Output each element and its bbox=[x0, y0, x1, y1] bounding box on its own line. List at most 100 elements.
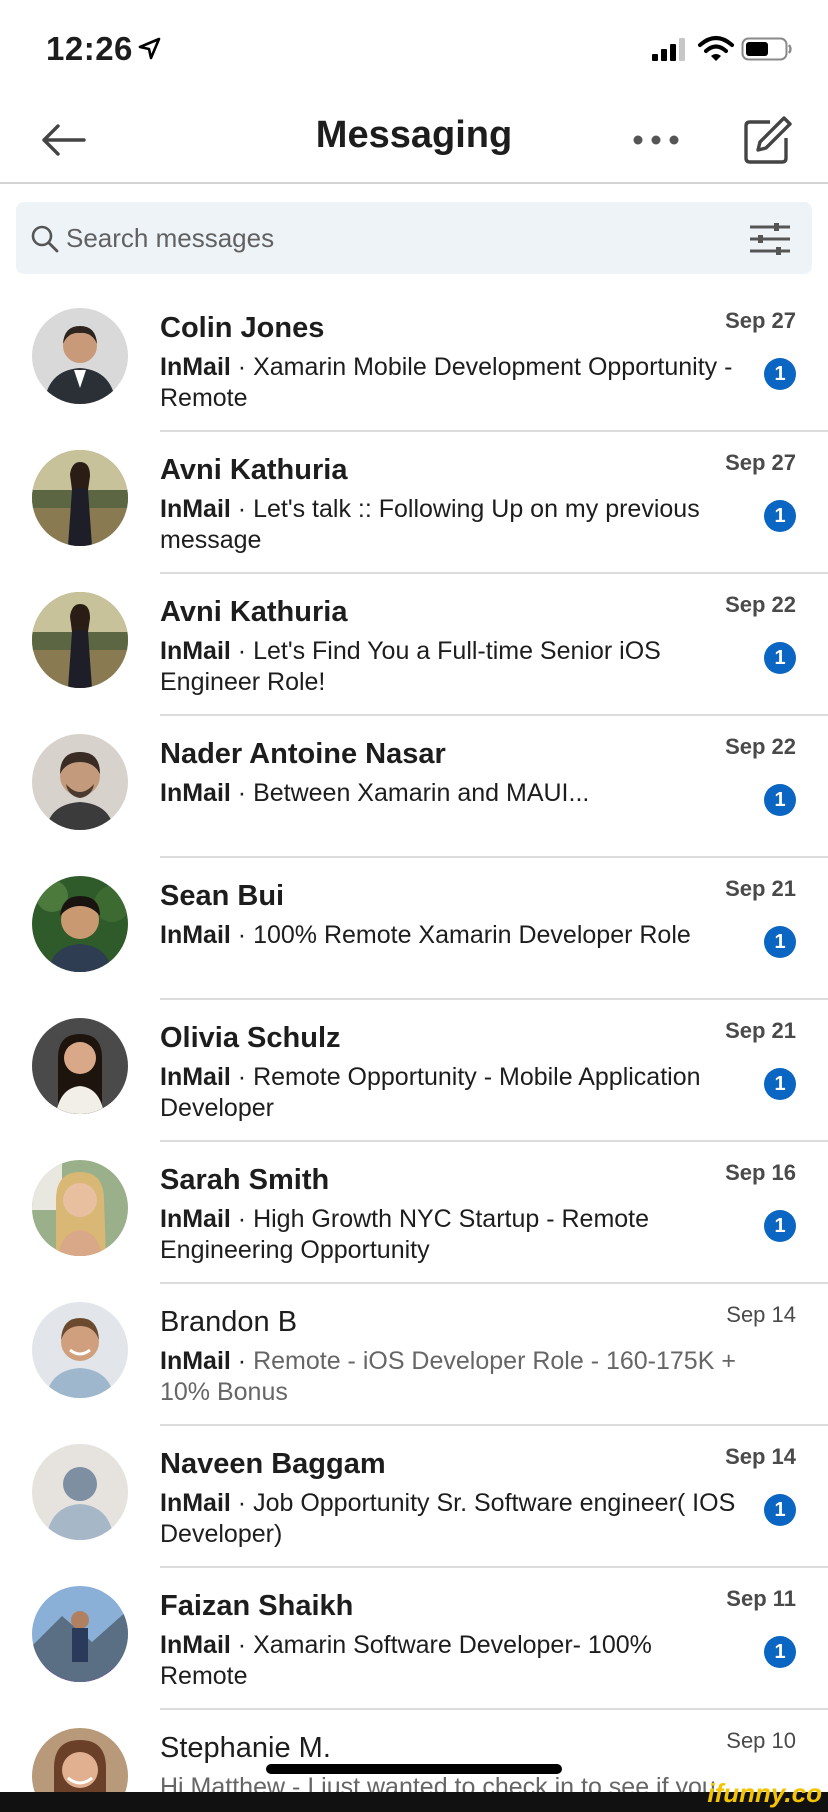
inmail-tag: InMail bbox=[160, 921, 231, 949]
avni-kathuria-avatar bbox=[32, 450, 128, 546]
message-date: Sep 22 bbox=[725, 734, 796, 759]
message-date: Sep 14 bbox=[726, 1302, 796, 1327]
compose-message-icon[interactable] bbox=[740, 114, 794, 168]
preview-separator: · bbox=[230, 1489, 254, 1517]
message-date: Sep 27 bbox=[725, 450, 796, 475]
conversation-body: Sarah Smith Sep 16 InMail · High Growth NY… bbox=[160, 1160, 828, 1284]
inmail-tag: InMail bbox=[160, 1063, 231, 1091]
sender-name: Avni Kathuria bbox=[160, 454, 348, 486]
preview-separator: · bbox=[230, 637, 254, 665]
message-date: Sep 16 bbox=[725, 1160, 796, 1185]
search-input[interactable] bbox=[66, 202, 716, 274]
conversation-body: Faizan Shaikh Sep 11 InMail · Xamarin Soft… bbox=[160, 1586, 828, 1710]
unread-count-badge: 1 bbox=[764, 1636, 796, 1668]
message-preview: InMail · High Growth NYC Startup - Remot… bbox=[160, 1204, 740, 1266]
inmail-tag: InMail bbox=[160, 637, 231, 665]
avni-kathuria-avatar bbox=[32, 592, 128, 688]
search-icon bbox=[31, 225, 59, 253]
sender-name: Colin Jones bbox=[160, 312, 325, 344]
inmail-tag: InMail bbox=[160, 1631, 231, 1659]
search-bar bbox=[16, 202, 812, 274]
unread-count-badge: 1 bbox=[764, 784, 796, 816]
location-arrow-icon bbox=[138, 37, 161, 60]
message-preview: InMail · Let's Find You a Full-time Seni… bbox=[160, 636, 740, 698]
sender-name: Nader Antoine Nasar bbox=[160, 738, 446, 770]
more-options-icon[interactable] bbox=[628, 118, 684, 162]
unread-count-badge: 1 bbox=[764, 926, 796, 958]
conversation-item[interactable]: Sean Bui Sep 21 InMail · 100% Remote Xamar… bbox=[0, 858, 828, 1000]
conversation-body: Avni Kathuria Sep 22 InMail · Let's Find Y… bbox=[160, 592, 828, 716]
conversation-body: Avni Kathuria Sep 27 InMail · Let's talk :… bbox=[160, 450, 828, 574]
preview-separator: · bbox=[230, 353, 254, 381]
preview-separator: · bbox=[230, 1347, 254, 1375]
unread-count-badge: 1 bbox=[764, 1068, 796, 1100]
brandon-b-avatar bbox=[32, 1302, 128, 1398]
sender-name: Naveen Baggam bbox=[160, 1448, 386, 1480]
unread-count-badge: 1 bbox=[764, 1494, 796, 1526]
conversation-body: Naveen Baggam Sep 14 InMail · Job Opportun… bbox=[160, 1444, 828, 1568]
wifi-icon bbox=[698, 36, 734, 61]
message-preview: InMail · Between Xamarin and MAUI... bbox=[160, 778, 740, 809]
message-date: Sep 21 bbox=[725, 1018, 796, 1043]
conversation-item[interactable]: Olivia Schulz Sep 21 InMail · Remote Oppor… bbox=[0, 1000, 828, 1142]
inmail-tag: InMail bbox=[160, 353, 231, 381]
faizan-shaikh-avatar bbox=[32, 1586, 128, 1682]
sender-name: Stephanie M. bbox=[160, 1732, 331, 1764]
preview-separator: · bbox=[230, 495, 254, 523]
conversation-list: Colin Jones Sep 27 InMail · Xamarin Mobile… bbox=[0, 290, 828, 1812]
conversation-body: Sean Bui Sep 21 InMail · 100% Remote Xamar… bbox=[160, 876, 828, 1000]
conversation-item[interactable]: Brandon B Sep 14 InMail · Remote - iOS Dev… bbox=[0, 1284, 828, 1426]
conversation-item[interactable]: Avni Kathuria Sep 22 InMail · Let's Find Y… bbox=[0, 574, 828, 716]
cellular-signal-icon bbox=[652, 38, 685, 61]
sender-name: Faizan Shaikh bbox=[160, 1590, 354, 1622]
preview-text: Between Xamarin and MAUI... bbox=[253, 779, 590, 807]
message-date: Sep 21 bbox=[725, 876, 796, 901]
preview-text: 100% Remote Xamarin Developer Role bbox=[253, 921, 691, 949]
sender-name: Avni Kathuria bbox=[160, 596, 348, 628]
sender-name: Olivia Schulz bbox=[160, 1022, 341, 1054]
sender-name: Sarah Smith bbox=[160, 1164, 330, 1196]
watermark-band bbox=[0, 1792, 828, 1812]
preview-separator: · bbox=[230, 1631, 254, 1659]
home-indicator bbox=[266, 1764, 562, 1774]
unread-count-badge: 1 bbox=[764, 1210, 796, 1242]
message-preview: InMail · Let's talk :: Following Up on m… bbox=[160, 494, 740, 556]
app-header: Messaging bbox=[0, 100, 828, 184]
message-preview: InMail · 100% Remote Xamarin Developer R… bbox=[160, 920, 740, 951]
sarah-smith-avatar bbox=[32, 1160, 128, 1256]
conversation-item[interactable]: Faizan Shaikh Sep 11 InMail · Xamarin Soft… bbox=[0, 1568, 828, 1710]
conversation-body: Colin Jones Sep 27 InMail · Xamarin Mobile… bbox=[160, 308, 828, 432]
conversation-item[interactable]: Sarah Smith Sep 16 InMail · High Growth NY… bbox=[0, 1142, 828, 1284]
conversation-body: Brandon B Sep 14 InMail · Remote - iOS Dev… bbox=[160, 1302, 828, 1426]
conversation-item[interactable]: Avni Kathuria Sep 27 InMail · Let's talk :… bbox=[0, 432, 828, 574]
conversation-item[interactable]: Colin Jones Sep 27 InMail · Xamarin Mobile… bbox=[0, 290, 828, 432]
colin-jones-avatar bbox=[32, 308, 128, 404]
inmail-tag: InMail bbox=[160, 1205, 231, 1233]
conversation-item[interactable]: Nader Antoine Nasar Sep 22 InMail · Betwee… bbox=[0, 716, 828, 858]
watermark-text: ifunny.co bbox=[707, 1778, 822, 1808]
message-preview: InMail · Xamarin Mobile Development Oppo… bbox=[160, 352, 740, 414]
message-preview: InMail · Remote - iOS Developer Role - 1… bbox=[160, 1346, 740, 1408]
status-bar: 12:26 bbox=[0, 0, 828, 100]
message-preview: InMail · Xamarin Software Developer- 100… bbox=[160, 1630, 740, 1692]
page-title: Messaging bbox=[315, 114, 513, 156]
conversation-item[interactable]: Naveen Baggam Sep 14 InMail · Job Opportun… bbox=[0, 1426, 828, 1568]
olivia-schulz-avatar bbox=[32, 1018, 128, 1114]
message-date: Sep 14 bbox=[725, 1444, 796, 1469]
unread-count-badge: 1 bbox=[764, 358, 796, 390]
sean-bui-avatar bbox=[32, 876, 128, 972]
default-person-avatar bbox=[32, 1444, 128, 1540]
conversation-body: Nader Antoine Nasar Sep 22 InMail · Betwee… bbox=[160, 734, 828, 858]
inmail-tag: InMail bbox=[160, 1347, 231, 1375]
preview-separator: · bbox=[230, 779, 254, 807]
back-arrow-icon[interactable] bbox=[36, 116, 90, 164]
nader-nasar-avatar bbox=[32, 734, 128, 830]
message-date: Sep 11 bbox=[726, 1586, 796, 1611]
inmail-tag: InMail bbox=[160, 495, 231, 523]
message-preview: InMail · Job Opportunity Sr. Software en… bbox=[160, 1488, 740, 1550]
preview-separator: · bbox=[230, 1063, 254, 1091]
preview-separator: · bbox=[230, 1205, 254, 1233]
unread-count-badge: 1 bbox=[764, 500, 796, 532]
message-date: Sep 27 bbox=[725, 308, 796, 333]
filter-sliders-icon[interactable] bbox=[746, 220, 794, 258]
